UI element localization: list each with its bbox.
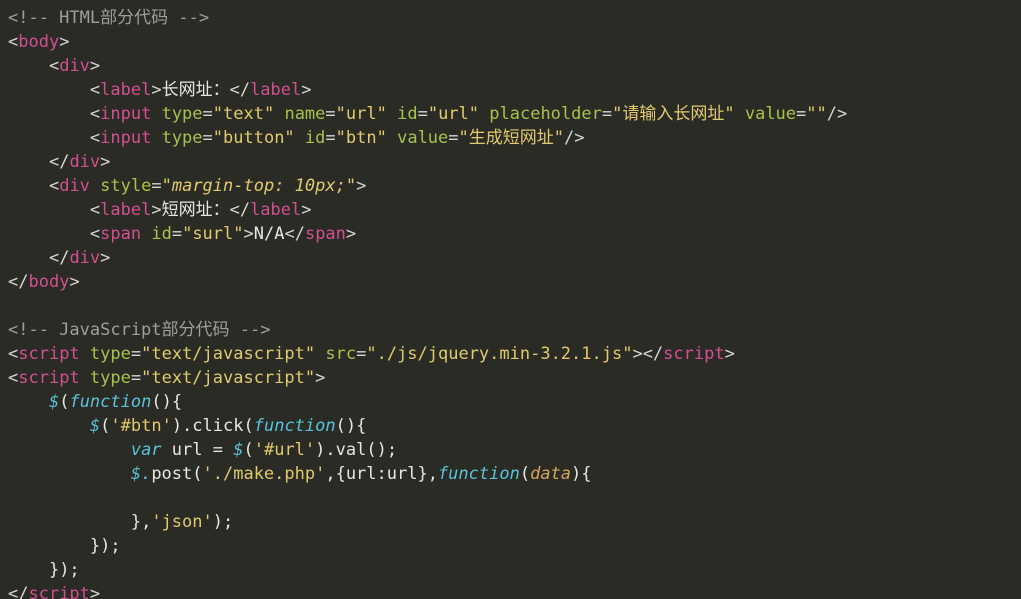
tag-div-open: div	[59, 56, 90, 76]
function-kw: function	[69, 392, 151, 412]
tag-script-ext: script	[18, 344, 79, 364]
data-param: data	[530, 464, 571, 484]
tag-body-open: body	[18, 32, 59, 52]
tag-span: span	[100, 224, 141, 244]
val-method: val	[336, 440, 367, 460]
comment-js: <!-- JavaScript部分代码 -->	[8, 320, 270, 340]
url-var: url	[172, 440, 203, 460]
post-method: post	[151, 464, 192, 484]
jq-dollar: $	[49, 392, 59, 412]
tag-input-button: input	[100, 128, 151, 148]
label-long-text: 长网址：	[162, 80, 230, 100]
tag-script-inline: script	[18, 368, 79, 388]
tag-input-text: input	[100, 104, 151, 124]
make-php: './make.php'	[203, 464, 326, 484]
tag-div-styled: div	[59, 176, 90, 196]
json-str: 'json'	[151, 512, 212, 532]
code-editor[interactable]: <!-- HTML部分代码 --> <body> <div> <label>长网…	[0, 0, 1021, 599]
sel-url: '#url'	[254, 440, 315, 460]
tag-label-open: label	[100, 80, 151, 100]
tag-body-close: body	[28, 272, 69, 292]
var-kw: var	[131, 440, 162, 460]
sel-btn: '#btn'	[110, 416, 171, 436]
comment-html: <!-- HTML部分代码 -->	[8, 8, 209, 28]
post-obj: ,{url:url},	[325, 464, 438, 484]
jq-dollar-dot: $.	[131, 464, 151, 484]
click-method: click	[192, 416, 243, 436]
na-text: N/A	[254, 224, 285, 244]
label-short-text: 短网址：	[162, 200, 230, 220]
